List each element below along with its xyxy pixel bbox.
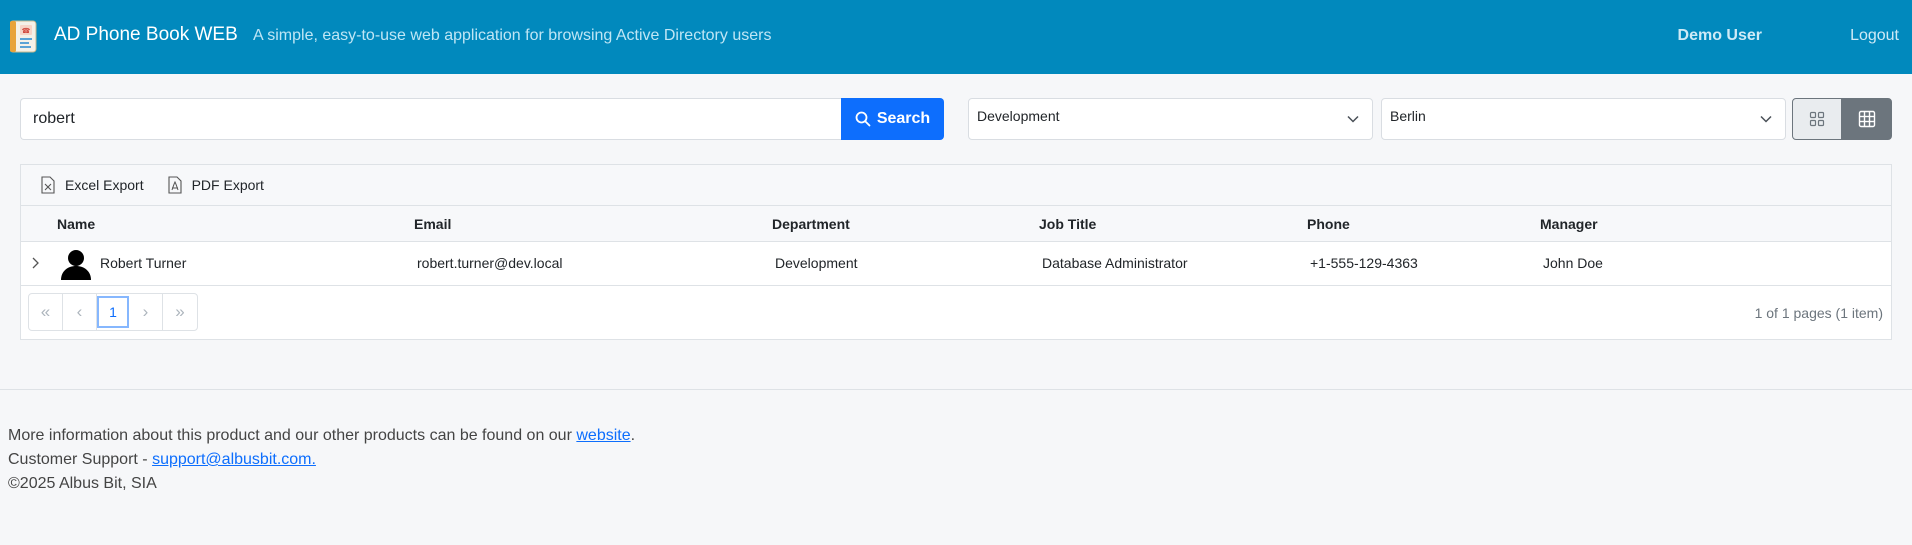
- grid-toolbar: Excel Export PDF Export: [21, 165, 1891, 206]
- column-header-job-title[interactable]: Job Title: [1039, 216, 1096, 232]
- cell-phone: +1-555-129-4363: [1310, 255, 1418, 271]
- table-icon: [1858, 110, 1876, 128]
- department-select-value: Development: [977, 108, 1060, 124]
- pdf-export-button[interactable]: PDF Export: [168, 176, 264, 194]
- phonebook-logo-icon: ☎: [10, 20, 37, 53]
- chevron-right-icon[interactable]: [30, 254, 42, 272]
- excel-export-label: Excel Export: [65, 177, 144, 193]
- department-select[interactable]: Development: [968, 98, 1373, 140]
- search-button[interactable]: Search: [841, 98, 944, 140]
- app-title[interactable]: AD Phone Book WEB: [54, 24, 238, 46]
- table-view-button[interactable]: [1842, 98, 1892, 140]
- first-page-button[interactable]: «: [29, 294, 63, 330]
- logout-link[interactable]: Logout: [1850, 27, 1899, 45]
- pager-info: 1 of 1 pages (1 item): [1754, 305, 1883, 321]
- cell-email: robert.turner@dev.local: [417, 255, 563, 271]
- table-header: Name Email Department Job Title Phone Ma…: [21, 206, 1891, 242]
- grid-icon: [1809, 111, 1825, 127]
- search-input[interactable]: [20, 98, 842, 140]
- users-grid: Excel Export PDF Export Name Email Depar…: [20, 164, 1892, 340]
- footer-info-suffix: .: [630, 427, 636, 444]
- page-button-current[interactable]: 1: [97, 296, 129, 328]
- app-subtitle: A simple, easy-to-use web application fo…: [253, 27, 772, 44]
- footer-support-line: Customer Support - support@albusbit.com.: [8, 448, 635, 472]
- pdf-file-icon: [168, 176, 182, 194]
- search-icon: [855, 111, 871, 127]
- cell-department: Development: [775, 255, 858, 271]
- website-link[interactable]: website: [576, 427, 630, 444]
- prev-page-button[interactable]: ‹: [63, 294, 97, 330]
- footer-info-text: More information about this product and …: [8, 427, 577, 444]
- pager: « ‹ 1 › »: [28, 293, 198, 331]
- city-select-value: Berlin: [1390, 108, 1426, 124]
- column-header-phone[interactable]: Phone: [1307, 216, 1350, 232]
- pager-row: « ‹ 1 › » 1 of 1 pages (1 item): [21, 286, 1891, 339]
- user-avatar-icon: [61, 250, 91, 280]
- excel-file-icon: [41, 176, 55, 194]
- support-email-link[interactable]: support@albusbit.com.: [152, 451, 316, 468]
- chevron-down-icon: [1347, 115, 1359, 123]
- current-user[interactable]: Demo User: [1678, 27, 1762, 45]
- app-header: ☎ AD Phone Book WEB A simple, easy-to-us…: [0, 0, 1912, 74]
- column-header-department[interactable]: Department: [772, 216, 850, 232]
- city-select[interactable]: Berlin: [1381, 98, 1786, 140]
- last-page-button[interactable]: »: [163, 294, 197, 330]
- chevron-down-icon: [1760, 115, 1772, 123]
- cell-manager: John Doe: [1543, 255, 1603, 271]
- svg-text:☎: ☎: [22, 27, 31, 35]
- footer-info-line: More information about this product and …: [8, 424, 635, 448]
- footer-copyright: ©2025 Albus Bit, SIA: [8, 475, 157, 492]
- view-toggle: [1792, 98, 1892, 140]
- footer-support-text: Customer Support -: [8, 451, 153, 468]
- column-header-manager[interactable]: Manager: [1540, 216, 1598, 232]
- card-view-button[interactable]: [1792, 98, 1842, 140]
- table-row[interactable]: Robert Turner robert.turner@dev.local De…: [21, 242, 1891, 286]
- pdf-export-label: PDF Export: [191, 177, 264, 193]
- column-header-email[interactable]: Email: [414, 216, 451, 232]
- footer-divider: [0, 389, 1912, 390]
- cell-job-title: Database Administrator: [1042, 255, 1188, 271]
- excel-export-button[interactable]: Excel Export: [41, 176, 144, 194]
- search-button-label: Search: [876, 110, 931, 127]
- cell-name: Robert Turner: [100, 255, 187, 271]
- next-page-button[interactable]: ›: [129, 294, 163, 330]
- column-header-name[interactable]: Name: [57, 216, 95, 232]
- footer: More information about this product and …: [8, 424, 635, 496]
